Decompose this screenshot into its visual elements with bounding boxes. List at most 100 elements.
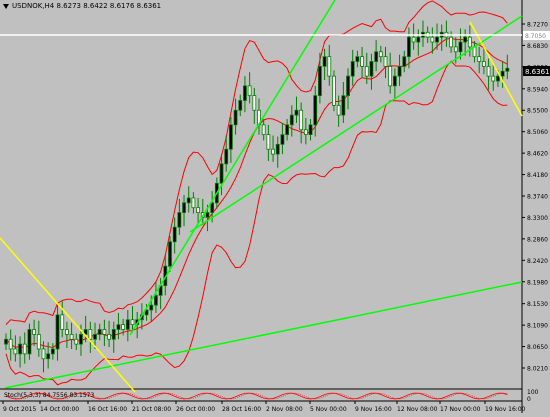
price-tick-label: 8.5940 [527,86,548,93]
time-tick-label: 19 Nov 16:00 [485,406,526,413]
candle-body [341,95,346,116]
candle-body [125,319,130,330]
candle-body [79,333,83,345]
chart-title: USDNOK,H4 8.6273 8.6422 8.6176 8.6361 [3,2,161,10]
stoch-tick-label: 100 [527,389,539,396]
chevron-down-icon[interactable] [3,3,9,9]
candle-body [88,329,93,340]
price-tick-label: 8.3300 [527,215,548,222]
candle-body [336,104,341,116]
candle-body [32,329,37,335]
time-tick-label: 2 Nov 08:00 [266,406,303,413]
candle-body [8,338,13,350]
candle-body [430,36,435,43]
time-tick-label: 17 Nov 00:00 [440,406,481,413]
time-tick-label: 9 Oct 2015 [3,406,36,413]
candle-body [364,65,369,77]
candle-body [149,304,154,311]
candle-body [392,75,397,87]
time-tick-label: 9 Nov 16:00 [355,406,392,413]
candle-body [238,100,243,111]
time-tick-label: 14 Oct 00:00 [40,406,79,413]
candle-body [360,56,364,67]
candle-body [275,143,280,155]
candle-body [69,333,74,340]
time-tick-label: 26 Oct 00:00 [176,406,215,413]
chart-background [0,0,550,413]
candle-body [252,95,257,111]
candle-body [383,56,388,67]
time-tick-label: 5 Nov 00:00 [310,406,347,413]
candle-body [111,329,116,340]
candle-body [172,226,177,243]
price-tick-label: 8.4620 [527,151,548,158]
candle-body [355,56,360,62]
candle-body [458,41,463,53]
time-tick-label: 12 Nov 08:00 [397,406,438,413]
price-tick-label: 8.2420 [527,258,548,265]
candle-body [4,338,8,345]
candle-body [271,148,275,155]
candle-body [210,202,215,213]
candle-body [93,333,97,340]
candle-body [182,202,186,213]
hline-price-label: 8.7050 [525,33,546,40]
candle-body [168,241,172,267]
time-tick-label: 28 Oct 16:00 [222,406,261,413]
candle-body [116,324,121,330]
candle-body [402,56,407,67]
candle-body [496,75,500,82]
candle-body [411,36,416,43]
candle-body [505,67,510,72]
candle-body [280,134,285,145]
candle-body [294,109,299,116]
candle-body [388,65,393,87]
candle-body [121,324,126,330]
price-tick-label: 8.5500 [527,108,548,115]
candle-body [467,36,472,48]
price-chart[interactable]: 8.72708.68308.63908.59408.55008.50608.46… [0,0,550,413]
candle-body [453,46,458,53]
candle-body [378,51,383,58]
candle-body [407,36,411,58]
candle-body [322,56,327,67]
price-tick-label: 8.5060 [527,129,548,136]
price-tick-label: 8.1090 [527,323,548,330]
candle-body [243,85,247,101]
candle-body [74,338,79,345]
chart-window[interactable]: 8.72708.68308.63908.59408.55008.50608.46… [0,0,550,413]
candle-body [313,95,318,126]
candle-body [55,314,60,350]
candle-body [416,36,421,43]
candle-body [481,61,486,67]
candle-body [196,207,200,213]
candle-body [107,333,111,340]
candle-body [261,124,266,136]
candle-body [397,65,402,77]
candle-body [154,294,158,306]
candle-body [500,70,505,77]
candle-body [289,114,294,126]
candle-body [228,124,233,150]
candle-body [491,75,496,82]
stochastic-label: Stoch(5,3,3) 84.7556 83.1573 [4,392,95,399]
candle-body [449,36,453,48]
candle-body [18,343,22,355]
candle-body [247,85,252,97]
price-tick-label: 8.2860 [527,236,548,243]
price-tick-label: 8.1530 [527,301,548,308]
stoch-tick-label: 0 [527,396,531,403]
candle-body [65,329,69,335]
candle-body [266,134,271,150]
current-price-tag: 8.6361 [523,66,550,76]
candle-body [60,314,65,330]
price-tick-label: 8.3740 [527,194,548,201]
candle-body [435,36,439,43]
price-tick-label: 8.7270 [527,22,548,29]
candle-body [303,129,308,136]
candle-body [477,56,482,62]
candle-body [36,333,41,350]
candle-body [177,212,182,228]
candle-body [41,348,46,360]
candle-body [346,75,350,97]
